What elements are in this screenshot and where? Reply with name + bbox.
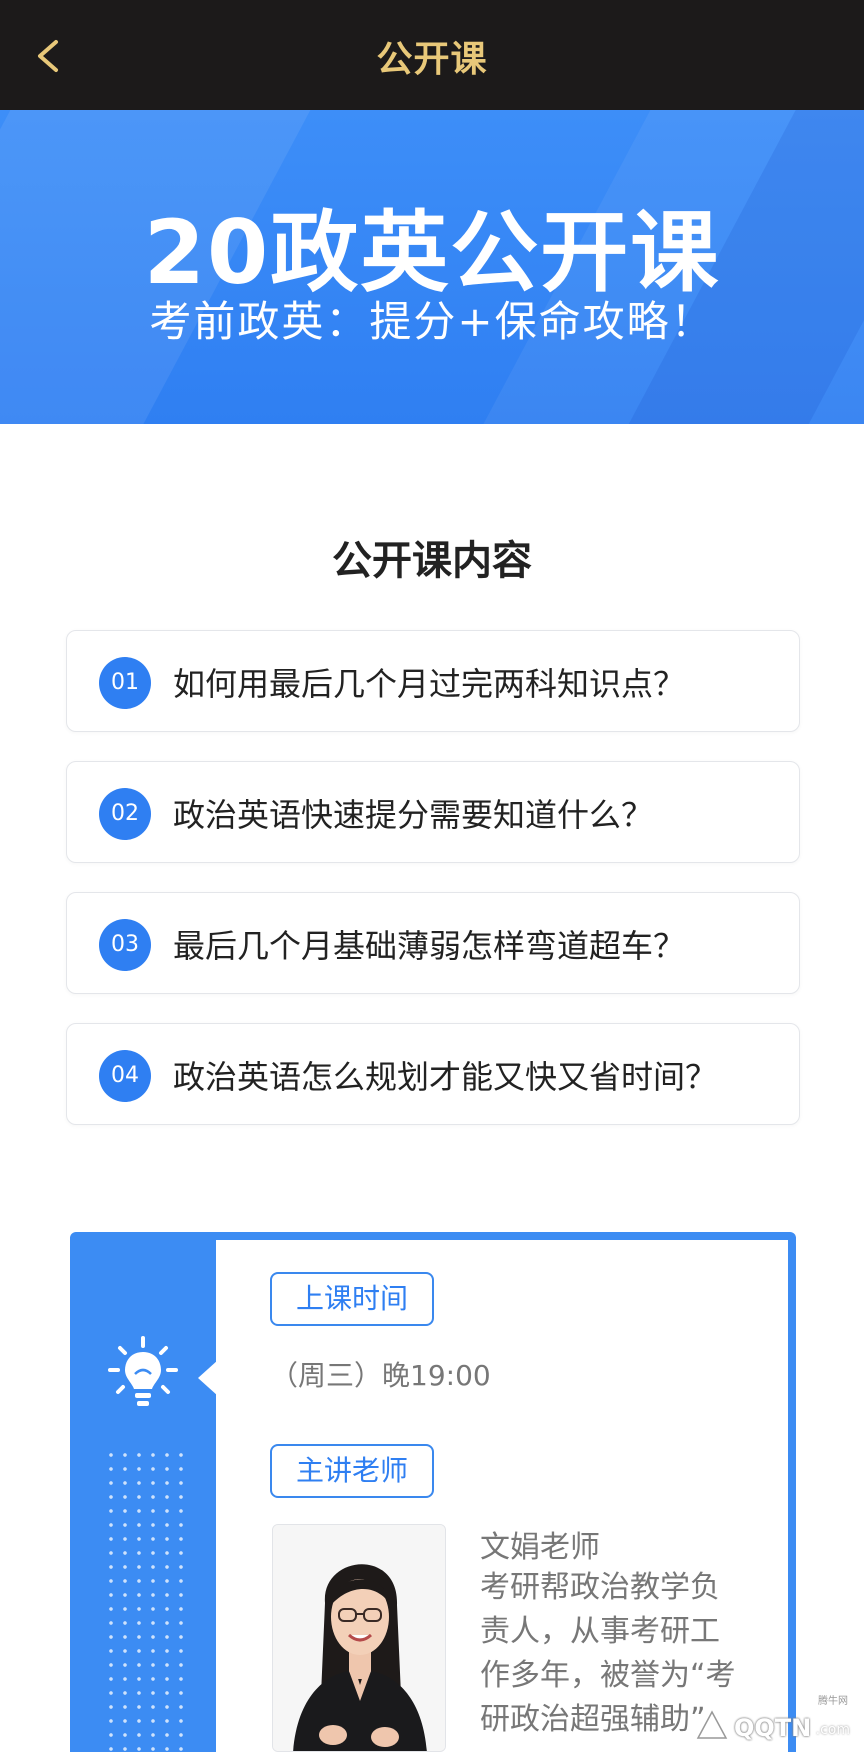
- banner-subtitle: 考前政英：提分+保命攻略！: [149, 297, 715, 346]
- watermark-text: QQTN: [734, 1714, 812, 1742]
- topic-number-badge: 04: [99, 1050, 151, 1102]
- topic-text: 如何用最后几个月过完两科知识点？: [173, 665, 686, 703]
- topic-number-badge: 02: [99, 788, 151, 840]
- topic-number-badge: 03: [99, 919, 151, 971]
- teacher-tag: 主讲老师: [270, 1444, 435, 1498]
- topic-number-badge: 01: [99, 657, 151, 709]
- topic-text: 最后几个月基础薄弱怎样弯道超车？: [173, 927, 686, 965]
- topic-text: 政治英语快速提分需要知道什么？: [173, 796, 654, 834]
- topic-card[interactable]: 04 政治英语怎么规划才能又快又省时间？: [66, 1023, 800, 1125]
- watermark-caption: 腾牛网: [818, 1696, 848, 1707]
- topic-card[interactable]: 02 政治英语快速提分需要知道什么？: [66, 761, 800, 863]
- section-heading: 公开课内容: [332, 538, 532, 584]
- panel-pointer: [198, 1360, 218, 1396]
- teacher-name: 文娟老师: [480, 1530, 600, 1565]
- site-watermark: QQTN 腾牛网 .com: [694, 1696, 854, 1746]
- topic-card[interactable]: 03 最后几个月基础薄弱怎样弯道超车？: [66, 892, 800, 994]
- class-time-value: （周三）晚19:00: [270, 1359, 491, 1392]
- dot-pattern-decoration: [104, 1448, 188, 1752]
- watermark-logo-icon: [696, 1710, 728, 1739]
- lightbulb-icon: [108, 1336, 178, 1406]
- class-time-tag: 上课时间: [270, 1272, 435, 1326]
- page-title: 公开课: [376, 39, 488, 80]
- teacher-portrait-image: [273, 1525, 445, 1751]
- topic-text: 政治英语怎么规划才能又快又省时间？: [173, 1058, 718, 1096]
- topic-card[interactable]: 01 如何用最后几个月过完两科知识点？: [66, 630, 800, 732]
- watermark-domain-suffix: .com: [815, 1722, 850, 1738]
- top-nav-bar: 公开课: [0, 0, 864, 110]
- teacher-photo: [272, 1524, 446, 1752]
- hero-banner: 20政英公开课 考前政英：提分+保命攻略！: [0, 110, 864, 424]
